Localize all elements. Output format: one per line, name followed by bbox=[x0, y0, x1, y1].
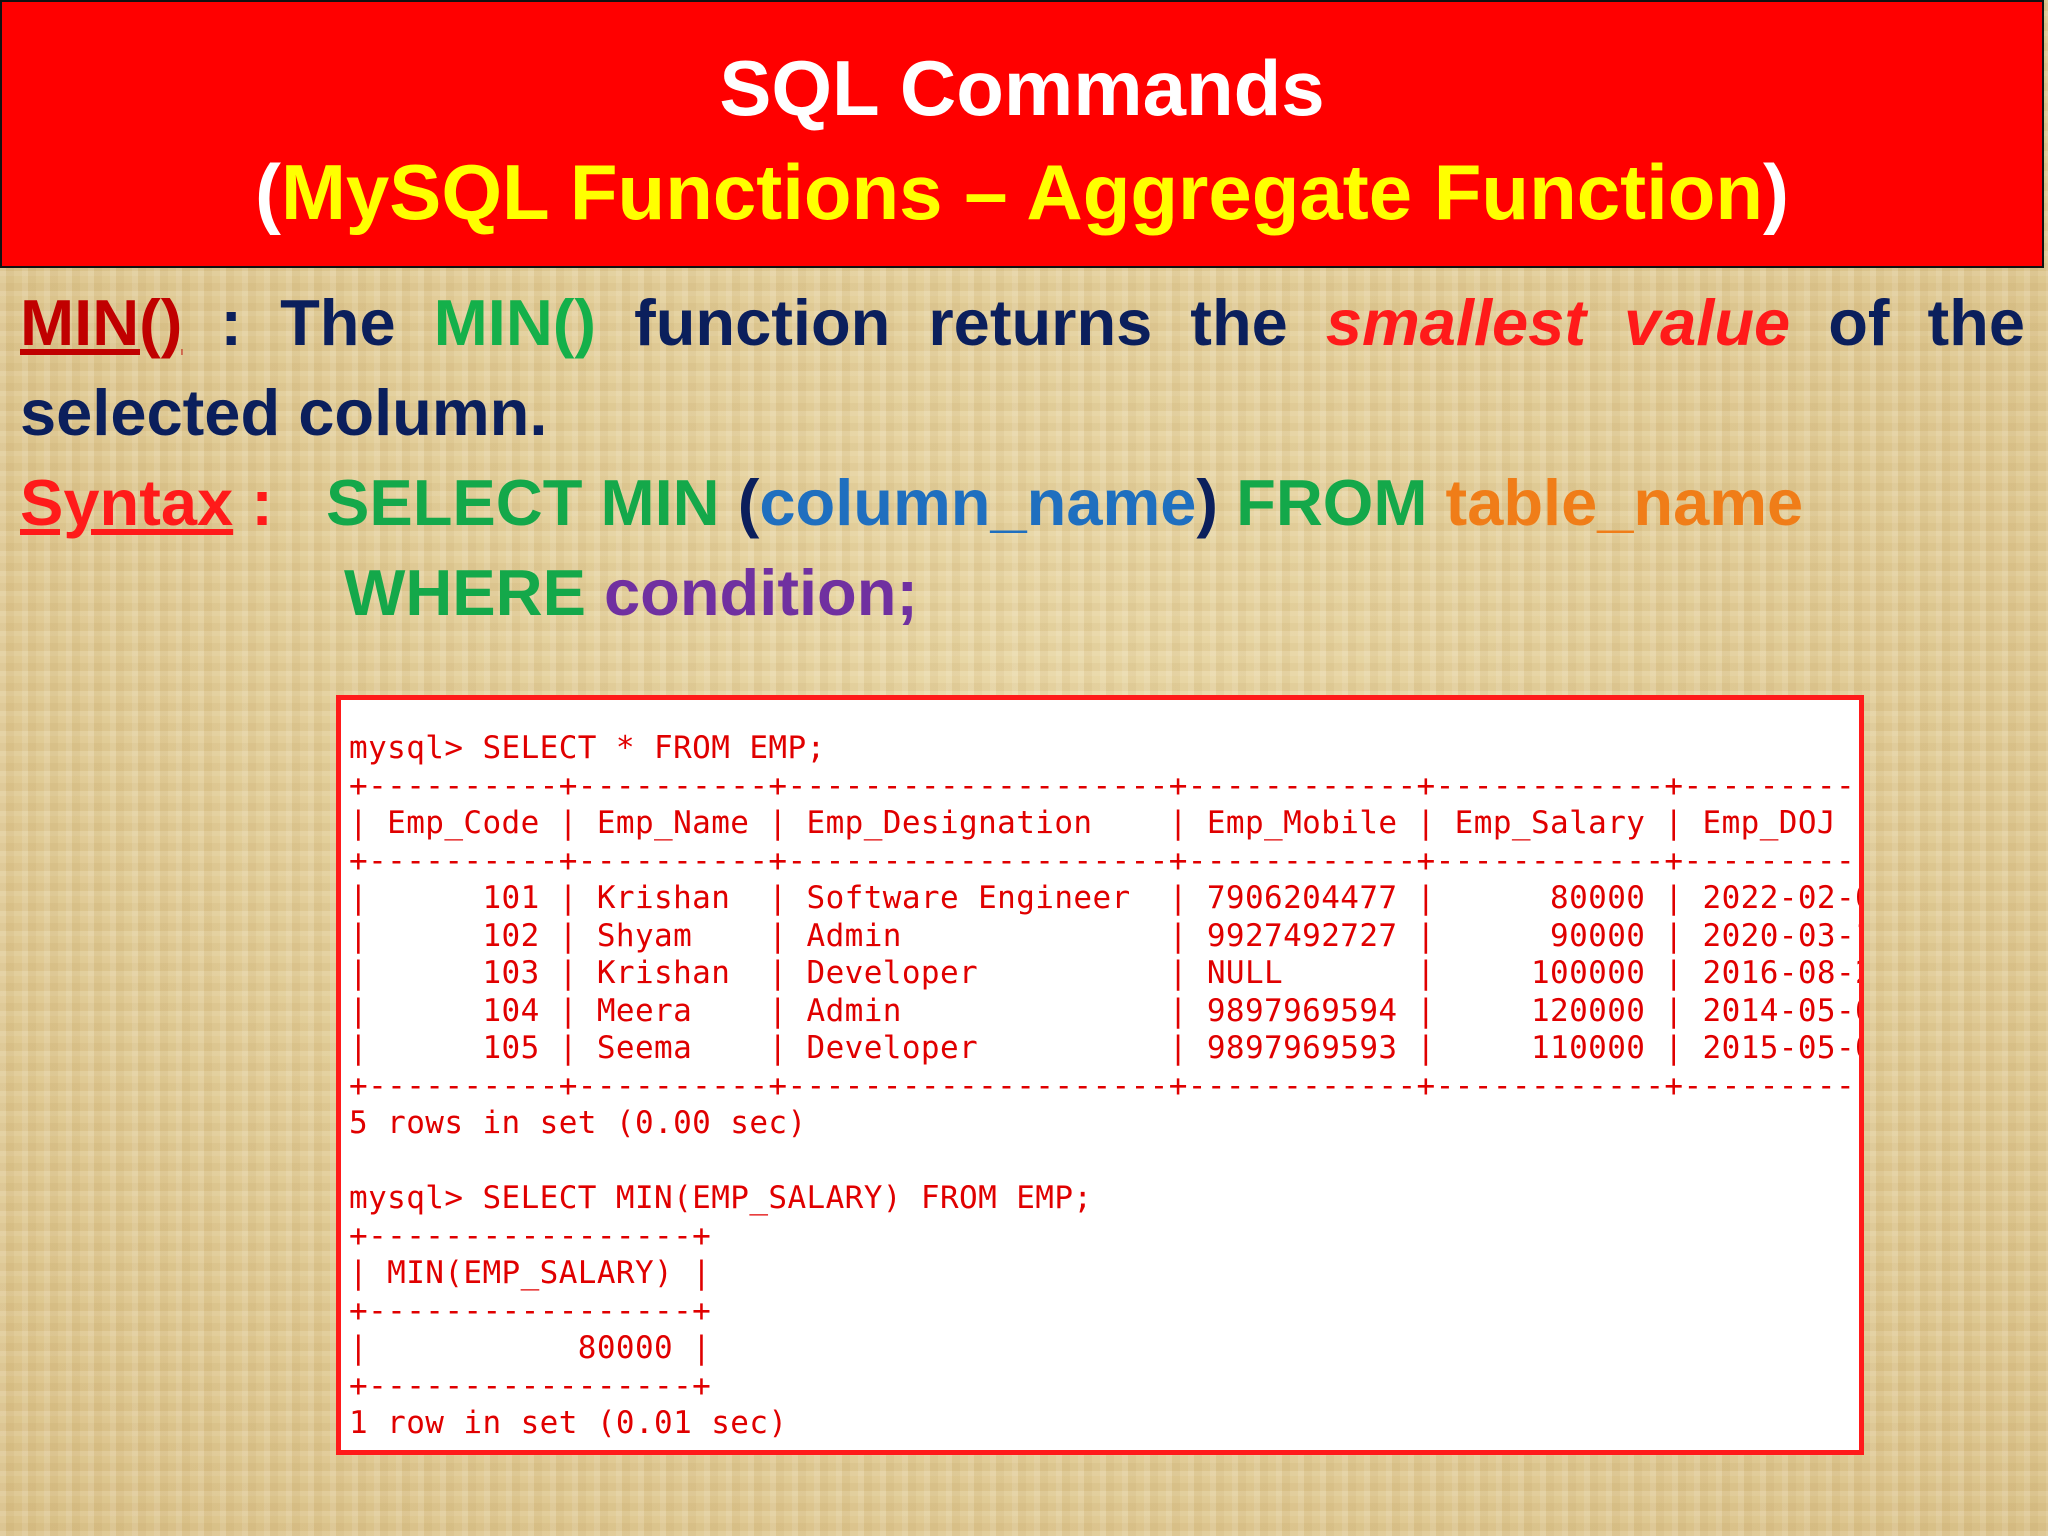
console-line: mysql> SELECT MIN(EMP_SALARY) FROM EMP; bbox=[349, 1180, 1093, 1216]
console-line: +-----------------+ bbox=[349, 1292, 712, 1329]
console-line: | 101 | Krishan | Software Engineer | 79… bbox=[349, 880, 1864, 916]
console-line: | 102 | Shyam | Admin | 9927492727 | 900… bbox=[349, 917, 1864, 954]
console-line: | Emp_Code | Emp_Name | Emp_Designation … bbox=[349, 805, 1836, 841]
subtitle-close-paren: ) bbox=[1763, 148, 1790, 236]
slide-title: SQL Commands bbox=[719, 44, 1325, 132]
console-line: | 105 | Seema | Developer | 9897969593 |… bbox=[349, 1030, 1864, 1066]
console-line: 5 rows in set (0.00 sec) bbox=[349, 1105, 807, 1141]
definition-line-2: selected column. bbox=[20, 376, 548, 449]
definition-text-middle: function returns the bbox=[634, 286, 1288, 359]
console-line: +----------+----------+-----------------… bbox=[349, 1067, 1864, 1104]
console-line: mysql> SELECT * FROM EMP; bbox=[349, 730, 826, 766]
syntax-code-line-2: WHERE condition; bbox=[344, 548, 918, 638]
syntax-label: Syntax bbox=[20, 466, 234, 539]
slide-header: SQL Commands (MySQL Functions – Aggregat… bbox=[0, 0, 2044, 268]
syntax-row-1: Syntax : SELECT MIN (column_name) FROM t… bbox=[20, 458, 2025, 548]
console-line: +-----------------+ bbox=[349, 1217, 712, 1254]
syntax-column-name: column_name bbox=[759, 466, 1197, 539]
syntax-from: FROM bbox=[1218, 466, 1446, 539]
definition-separator: : bbox=[182, 286, 281, 359]
console-line: | 104 | Meera | Admin | 9897969594 | 120… bbox=[349, 992, 1864, 1029]
syntax-paren-close: ) bbox=[1196, 466, 1219, 539]
syntax-colon: : bbox=[233, 466, 273, 539]
syntax-code-line-1: SELECT MIN (column_name) FROM table_name bbox=[326, 458, 1803, 548]
definition-emphasis: smallest value bbox=[1325, 286, 1791, 359]
console-output: mysql> SELECT * FROM EMP; +----------+--… bbox=[341, 700, 1859, 1443]
console-line: 1 row in set (0.01 sec) bbox=[349, 1405, 788, 1441]
syntax-condition: condition; bbox=[604, 556, 919, 629]
slide-body: MIN() : The MIN() function returns the s… bbox=[20, 278, 2025, 638]
slide-subtitle-line: (MySQL Functions – Aggregate Function) bbox=[2, 140, 2042, 244]
syntax-table-name: table_name bbox=[1445, 466, 1804, 539]
definition-word-the: The bbox=[280, 286, 396, 359]
console-line: +----------+----------+-----------------… bbox=[349, 767, 1864, 804]
console-line: | 103 | Krishan | Developer | NULL | 100… bbox=[349, 955, 1864, 991]
mysql-console-screenshot: mysql> SELECT * FROM EMP; +----------+--… bbox=[336, 695, 1864, 1455]
console-line: +-----------------+ bbox=[349, 1367, 712, 1404]
console-line: | 80000 | bbox=[349, 1330, 712, 1366]
syntax-paren-open: ( bbox=[737, 466, 760, 539]
definition-line: MIN() : The MIN() function returns the s… bbox=[20, 278, 2025, 368]
console-line: +----------+----------+-----------------… bbox=[349, 842, 1864, 879]
definition-text-end: of the bbox=[1828, 286, 2026, 359]
syntax-where: WHERE bbox=[344, 556, 604, 629]
slide-subtitle: MySQL Functions – Aggregate Function bbox=[280, 148, 1764, 236]
subtitle-open-paren: ( bbox=[254, 148, 281, 236]
console-line: | MIN(EMP_SALARY) | bbox=[349, 1255, 712, 1291]
definition-term: MIN() bbox=[20, 286, 183, 359]
syntax-select-min: SELECT MIN bbox=[326, 466, 738, 539]
definition-function-name: MIN() bbox=[433, 286, 597, 359]
syntax-row-2: WHERE condition; bbox=[20, 548, 2025, 638]
